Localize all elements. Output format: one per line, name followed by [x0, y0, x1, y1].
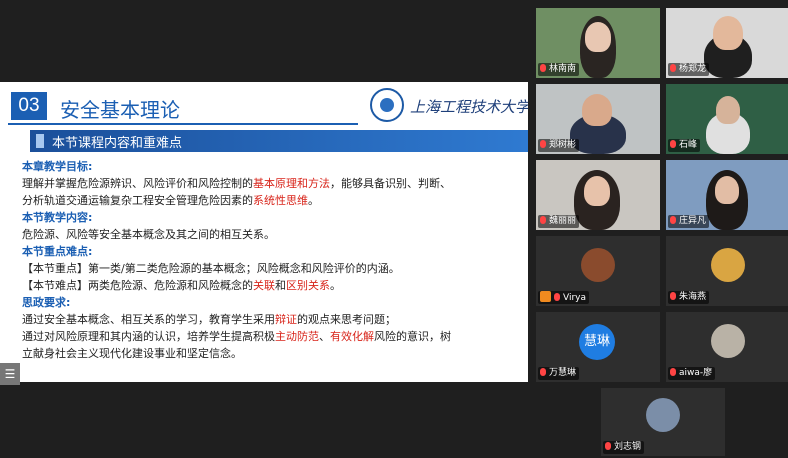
meeting-window: 03 安全基本理论 上海工程技术大学 本节课程内容和重难点 本章教学目标: 理解… — [0, 0, 788, 458]
mic-off-icon — [670, 216, 676, 224]
mic-off-icon — [540, 368, 546, 376]
avatar — [581, 248, 615, 282]
shared-screen: 03 安全基本理论 上海工程技术大学 本节课程内容和重难点 本章教学目标: 理解… — [0, 0, 528, 458]
participant-tile[interactable]: aiwa-廖 — [666, 312, 788, 382]
avatar — [711, 324, 745, 358]
participant-name: 万慧琳 — [538, 367, 580, 380]
participant-tile[interactable]: 朱海燕 — [666, 236, 788, 306]
participant-name: 刘志钢 — [603, 441, 645, 454]
participant-name: 林南南 — [538, 63, 580, 76]
university-name: 上海工程技术大学 — [410, 98, 528, 116]
mic-off-icon — [670, 368, 676, 376]
avatar — [711, 248, 745, 282]
ideology-line-3: 立献身社会主义现代化建设事业和坚定信念。 — [22, 347, 242, 360]
ideology-line-2: 通过对风险原理和其内涵的认识，培养学生提高积极主动防范、有效化解风险的意识，树 — [22, 330, 451, 343]
participant-tile[interactable]: 庄异凡 — [666, 160, 788, 230]
heading-goals: 本章教学目标: — [22, 160, 93, 173]
mic-off-icon — [605, 442, 611, 450]
participant-name: 魏丽丽 — [538, 215, 580, 228]
participant-tile[interactable]: 杨郑龙 — [666, 8, 788, 78]
participant-name: 庄异凡 — [668, 215, 710, 228]
participant-name: 郑树彬 — [538, 139, 580, 152]
host-badge-icon — [540, 291, 551, 302]
participant-name: 朱海燕 — [668, 291, 710, 304]
participant-name: 杨郑龙 — [668, 63, 710, 76]
difficulty-line: 【本节难点】两类危险源、危险源和风险概念的关联和区别关系。 — [22, 279, 341, 292]
participant-tile[interactable]: 慧琳 万慧琳 — [536, 312, 660, 382]
participant-name: Virya — [538, 291, 590, 304]
slide-body: 本章教学目标: 理解并掌握危险源辨识、风险评价和风险控制的基本原理和方法，能够具… — [22, 158, 522, 362]
section-number: 03 — [11, 92, 47, 120]
content-line: 危险源、风险等安全基本概念及其之间的相互关系。 — [22, 228, 275, 241]
participant-tile[interactable]: 林南南 — [536, 8, 660, 78]
mic-off-icon — [670, 292, 676, 300]
participant-tile[interactable]: 石峰 — [666, 84, 788, 154]
slide-header: 03 安全基本理论 上海工程技术大学 — [0, 82, 528, 130]
participant-tile[interactable]: Virya — [536, 236, 660, 306]
participant-name: 石峰 — [668, 139, 701, 152]
university-logo-icon — [370, 88, 404, 122]
heading-keypoints: 本节重点难点: — [22, 245, 93, 258]
bar-marker — [36, 134, 44, 148]
mic-off-icon — [540, 216, 546, 224]
menu-icon[interactable]: ☰ — [0, 363, 20, 385]
goals-line-2: 分析轨道交通运输复杂工程安全管理危险因素的系统性思维。 — [22, 194, 319, 207]
heading-ideology: 思政要求: — [22, 296, 71, 309]
avatar — [646, 398, 680, 432]
mic-off-icon — [670, 140, 676, 148]
mic-off-icon — [540, 140, 546, 148]
section-bar: 本节课程内容和重难点 — [30, 130, 528, 152]
ideology-line-1: 通过安全基本概念、相互关系的学习，教育学生采用辩证的观点来思考问题； — [22, 313, 396, 326]
section-title: 安全基本理论 — [60, 98, 180, 122]
keypoint-line: 【本节重点】第一类/第二类危险源的基本概念；风险概念和风险评价的内涵。 — [22, 262, 400, 275]
participant-tile[interactable]: 刘志钢 — [601, 388, 725, 456]
slide: 03 安全基本理论 上海工程技术大学 本节课程内容和重难点 本章教学目标: 理解… — [0, 82, 528, 382]
heading-content: 本节教学内容: — [22, 211, 93, 224]
avatar: 慧琳 — [579, 324, 615, 360]
mic-off-icon — [540, 64, 546, 72]
participant-name: aiwa-廖 — [668, 367, 716, 380]
mic-off-icon — [554, 293, 560, 301]
header-divider — [8, 123, 358, 125]
goals-line-1: 理解并掌握危险源辨识、风险评价和风险控制的基本原理和方法，能够具备识别、判断、 — [22, 177, 451, 190]
participant-tile[interactable]: 郑树彬 — [536, 84, 660, 154]
section-bar-title: 本节课程内容和重难点 — [52, 136, 183, 151]
participant-tile[interactable]: 魏丽丽 — [536, 160, 660, 230]
mic-off-icon — [670, 64, 676, 72]
